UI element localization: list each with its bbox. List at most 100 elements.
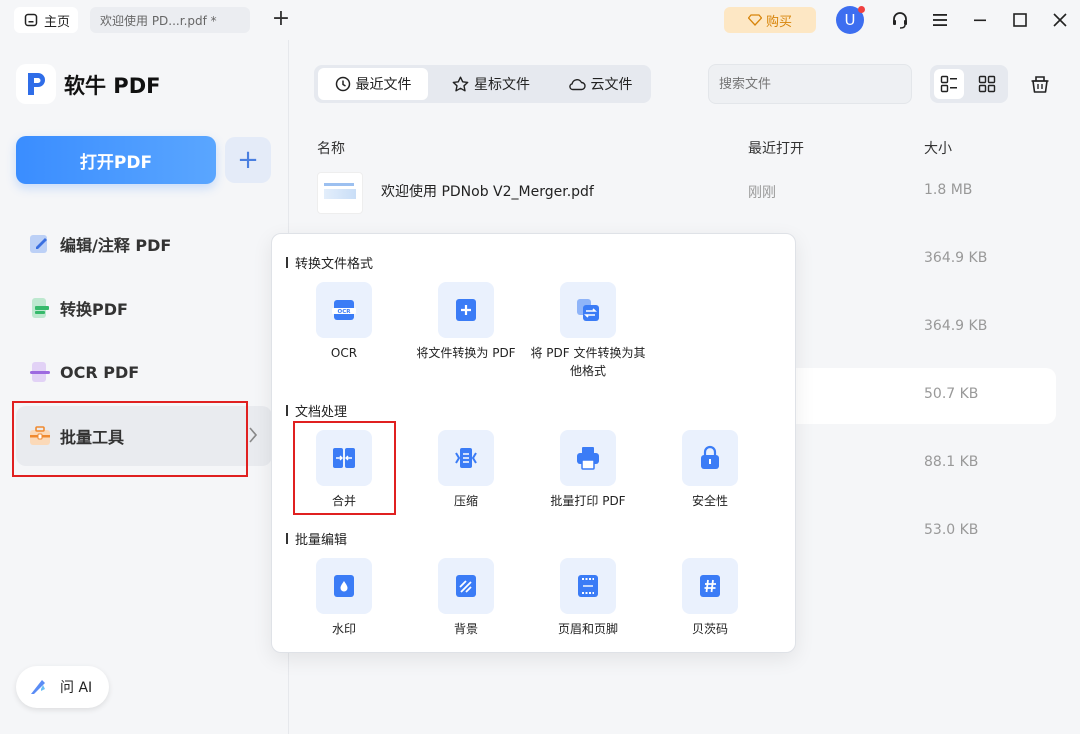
svg-text:OCR: OCR [338, 309, 352, 315]
close-icon[interactable] [1049, 9, 1071, 31]
tool-watermark[interactable]: 水印 [284, 558, 404, 638]
header-footer-icon [578, 575, 598, 597]
section-title-document: 文档处理 [286, 401, 347, 420]
new-tab-button[interactable]: + [270, 8, 292, 31]
file-name: 欢迎使用 PDNob V2_Merger.pdf [381, 184, 594, 200]
tool-tile [682, 430, 738, 486]
printer-icon [577, 447, 599, 470]
ai-icon [31, 680, 45, 694]
add-button[interactable]: + [225, 137, 271, 183]
tool-header-footer[interactable]: 页眉和页脚 [528, 558, 648, 638]
section-title-batch-edit: 批量编辑 [286, 529, 347, 548]
sidebar-item-convert[interactable]: 转换PDF [16, 278, 272, 338]
add-file-icon [456, 299, 476, 321]
open-pdf-button[interactable]: 打开PDF [16, 136, 216, 184]
tool-ocr[interactable]: OCR OCR [284, 282, 404, 362]
tool-tile [438, 430, 494, 486]
tool-pdf-to-other[interactable]: 将 PDF 文件转换为其他格式 [528, 282, 648, 380]
tab-starred-files[interactable]: 星标文件 [436, 68, 546, 100]
file-size: 50.7 KB [924, 386, 979, 402]
tool-label: 安全性 [691, 494, 728, 508]
tool-file-to-pdf[interactable]: 将文件转换为 PDF [406, 282, 526, 362]
app-name: 软牛 PDF [64, 74, 161, 98]
buy-button[interactable]: 购买 [724, 7, 816, 33]
buy-label: 购买 [765, 14, 792, 30]
search-input[interactable] [708, 64, 912, 104]
star-icon [452, 76, 469, 92]
convert-format-icon [577, 299, 599, 321]
cloud-icon [568, 79, 586, 91]
file-size: 364.9 KB [924, 250, 988, 266]
tab-recent-files[interactable]: 最近文件 [318, 68, 428, 100]
convert-icon [32, 298, 49, 318]
tool-batch-print[interactable]: 批量打印 PDF [528, 430, 648, 510]
tab-cloud-files[interactable]: 云文件 [554, 68, 646, 100]
tool-bates-number[interactable]: 贝茨码 [650, 558, 770, 638]
column-header-recent[interactable]: 最近打开 [748, 138, 804, 158]
sidebar: 软牛 PDF 打开PDF + 编辑/注释 PDF 转换PDF OCR PDF 批… [0, 40, 289, 734]
trash-icon[interactable] [1030, 74, 1050, 98]
tool-tile [560, 282, 616, 338]
background-icon [456, 575, 476, 597]
tab-document[interactable]: 欢迎使用 PD...r.pdf * [90, 7, 250, 33]
tool-compress[interactable]: 压缩 [406, 430, 526, 510]
bates-number-icon [700, 575, 720, 597]
diamond-icon [747, 14, 762, 26]
tool-tile: OCR [316, 282, 372, 338]
view-toggle [930, 65, 1008, 103]
tool-label: 背景 [453, 622, 478, 636]
ask-ai-button[interactable]: 问 AI [16, 666, 109, 708]
avatar-letter: U [844, 11, 856, 29]
tab-label: 最近文件 [355, 77, 412, 93]
compress-icon [455, 448, 477, 468]
sidebar-item-edit[interactable]: 编辑/注释 PDF [16, 214, 272, 274]
tool-label: OCR [330, 346, 358, 360]
tool-tile [438, 282, 494, 338]
tool-label: 贝茨码 [691, 622, 728, 636]
tool-background[interactable]: 背景 [406, 558, 526, 638]
home-icon [24, 13, 38, 27]
file-size: 364.9 KB [924, 318, 988, 334]
tab-home[interactable]: 主页 [14, 7, 78, 33]
minimize-icon[interactable] [969, 9, 991, 31]
list-view-icon[interactable] [934, 69, 964, 99]
chevron-right-icon [249, 427, 258, 443]
maximize-icon[interactable] [1009, 9, 1031, 31]
highlight-box-merge [293, 421, 396, 515]
sidebar-item-label: 转换PDF [60, 300, 128, 319]
tool-label: 将文件转换为 PDF [416, 346, 516, 360]
tab-home-label: 主页 [44, 14, 71, 30]
grid-view-icon[interactable] [972, 69, 1002, 99]
tab-label: 云文件 [590, 77, 633, 93]
edit-icon [30, 235, 47, 253]
title-bar: 主页 欢迎使用 PD...r.pdf * + 购买 U [0, 0, 1080, 40]
lock-icon [701, 445, 719, 469]
ask-ai-label: 问 AI [60, 680, 93, 696]
watermark-icon [334, 575, 354, 597]
file-thumbnail [317, 172, 363, 214]
tool-tile [438, 558, 494, 614]
file-time: 刚刚 [748, 185, 776, 201]
tool-label: 批量打印 PDF [550, 494, 626, 508]
file-size: 88.1 KB [924, 454, 979, 470]
tool-tile [316, 558, 372, 614]
clock-icon [335, 76, 350, 92]
section-title-convert: 转换文件格式 [286, 253, 373, 272]
file-size: 53.0 KB [924, 522, 979, 538]
tool-tile [682, 558, 738, 614]
ocr-icon: OCR [332, 300, 356, 320]
headset-icon[interactable] [889, 9, 911, 31]
app-logo [16, 64, 56, 104]
table-row[interactable]: 欢迎使用 PDNob V2_Merger.pdf 刚刚 1.8 MB [306, 164, 1056, 220]
highlight-box-batch-tools [12, 401, 248, 477]
menu-icon[interactable] [929, 9, 951, 31]
file-size: 1.8 MB [924, 182, 973, 198]
ocr-icon [30, 362, 50, 382]
file-tabs: 最近文件 星标文件 云文件 [314, 65, 651, 103]
sidebar-item-ocr[interactable]: OCR PDF [16, 342, 272, 402]
tool-security[interactable]: 安全性 [650, 430, 770, 510]
notification-dot [858, 6, 865, 13]
column-header-size[interactable]: 大小 [924, 138, 952, 158]
avatar[interactable]: U [836, 6, 865, 34]
column-header-name[interactable]: 名称 [317, 138, 345, 158]
